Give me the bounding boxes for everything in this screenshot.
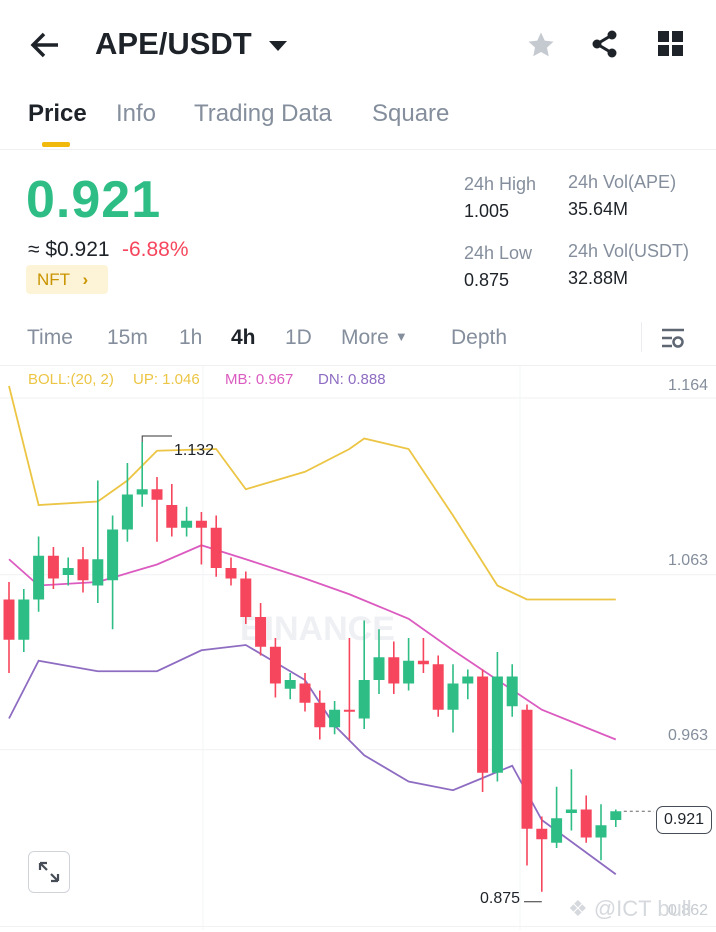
- candle-body: [358, 680, 370, 719]
- candle-body: [47, 555, 59, 579]
- axis-label: 1.164: [667, 377, 708, 394]
- candle-body: [447, 683, 459, 710]
- candle-body: [151, 489, 163, 500]
- fullscreen-button[interactable]: [28, 851, 70, 893]
- candle-body: [536, 828, 548, 840]
- candle-body: [565, 809, 577, 813]
- candle-body: [506, 676, 518, 707]
- candle-body: [403, 660, 415, 684]
- candle-body: [121, 494, 133, 530]
- low-marker-label: 0.875: [480, 890, 521, 907]
- candle-body: [210, 527, 222, 568]
- candle-body: [92, 559, 104, 586]
- candle-body: [521, 709, 533, 829]
- candle-body: [373, 657, 385, 680]
- candle-body: [136, 489, 148, 495]
- candle-body: [610, 811, 622, 820]
- candle-body: [107, 529, 119, 581]
- candle-body: [166, 505, 178, 528]
- user-watermark: ❖ @ICT bull: [568, 896, 692, 921]
- axis-label: 1.063: [667, 552, 708, 569]
- candle-body: [240, 578, 252, 617]
- candle-body: [595, 825, 607, 838]
- candle-body: [477, 676, 489, 773]
- expand-icon: [38, 861, 60, 883]
- candle-body: [225, 568, 237, 579]
- last-price-tag: 0.921: [656, 806, 712, 834]
- candle-body: [269, 646, 281, 684]
- candle-body: [580, 809, 592, 838]
- candle-body: [3, 599, 15, 640]
- candle-body: [343, 709, 355, 712]
- candle-body: [77, 559, 89, 581]
- candle-body: [62, 568, 74, 575]
- candle-body: [284, 680, 296, 689]
- high-marker-label: 1.132: [174, 442, 215, 459]
- candle-body: [491, 676, 503, 773]
- axis-label: 0.963: [667, 727, 708, 744]
- candle-body: [181, 520, 193, 528]
- candle-body: [417, 660, 429, 665]
- candle-body: [314, 702, 326, 728]
- candle-body: [195, 520, 207, 528]
- candle-body: [255, 617, 267, 647]
- candle-body: [329, 709, 341, 728]
- candle-body: [33, 555, 45, 600]
- candle-body: [432, 664, 444, 710]
- candle-body: [18, 599, 30, 640]
- candlestick-chart[interactable]: BINANCE: [0, 0, 716, 932]
- high-marker-line: [141, 435, 172, 442]
- candle-body: [388, 657, 400, 684]
- user-watermark-text: @ICT bull: [593, 896, 692, 921]
- candle-body: [299, 683, 311, 703]
- candle-body: [551, 818, 563, 843]
- candle-body: [462, 676, 474, 684]
